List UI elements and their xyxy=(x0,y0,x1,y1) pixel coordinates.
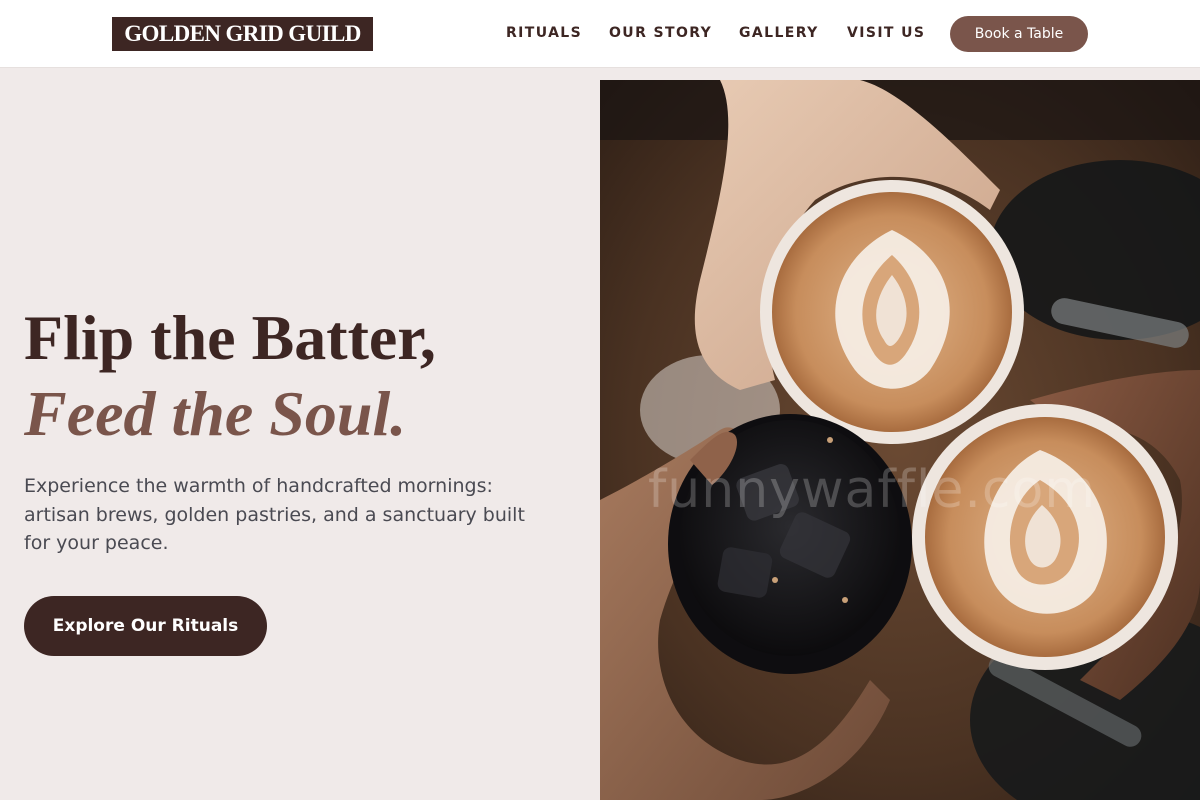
nav-link-gallery[interactable]: GALLERY xyxy=(739,24,819,42)
image-watermark: funnywaffle.com xyxy=(648,460,1096,520)
coffee-cups-illustration xyxy=(600,80,1200,800)
hero-title: Flip the Batter, Feed the Soul. xyxy=(24,300,584,452)
hero-title-line-1: Flip the Batter, xyxy=(24,302,436,373)
hero-coffee-image: funnywaffle.com xyxy=(600,80,1200,800)
nav-link-rituals[interactable]: RITUALS xyxy=(506,24,582,42)
site-header: GOLDEN GRID GUILD RITUALS OUR STORY GALL… xyxy=(0,0,1200,68)
explore-rituals-button[interactable]: Explore Our Rituals xyxy=(24,596,267,656)
nav-link-our-story[interactable]: OUR STORY xyxy=(609,24,712,42)
book-table-button[interactable]: Book a Table xyxy=(950,16,1088,52)
hero-subtitle: Experience the warmth of handcrafted mor… xyxy=(24,475,525,554)
nav-link-visit-us[interactable]: VISIT US xyxy=(847,24,925,42)
hero-title-line-2: Feed the Soul. xyxy=(24,378,407,449)
brand-logo[interactable]: GOLDEN GRID GUILD xyxy=(112,17,373,51)
